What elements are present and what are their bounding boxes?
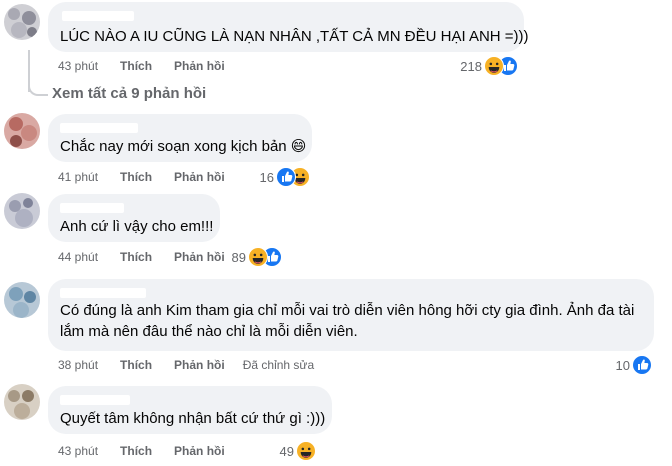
comment-text: Anh cứ lì vậy cho em!!! bbox=[60, 218, 214, 235]
reaction-count[interactable]: 16 bbox=[252, 170, 274, 186]
comment-time[interactable]: 41 phút bbox=[58, 170, 98, 184]
reply-button[interactable]: Phản hồi bbox=[174, 444, 225, 458]
haha-icon bbox=[248, 247, 268, 267]
comment-meta: 43 phút Thích Phản hồi bbox=[58, 58, 225, 74]
comment-text-line-1: Có đúng là anh Kim tham gia chỉ mỗi vai … bbox=[60, 302, 635, 319]
comment-time[interactable]: 44 phút bbox=[58, 250, 98, 264]
comment-bubble: LÚC NÀO A IU CŨNG LÀ NẠN NHÂN ,TẤT CẢ MN… bbox=[48, 2, 529, 52]
commenter-name[interactable] bbox=[60, 203, 124, 213]
comment-bubble: Quyết tâm không nhận bất cứ thứ gì :))) bbox=[48, 386, 332, 434]
reaction-count[interactable]: 89 bbox=[224, 250, 246, 266]
comment-text: Quyết tâm không nhận bất cứ thứ gì :))) bbox=[60, 410, 326, 427]
comment-meta: 41 phút Thích Phản hồi bbox=[58, 169, 225, 185]
avatar[interactable] bbox=[4, 193, 40, 229]
comment-meta: 44 phút Thích Phản hồi bbox=[58, 249, 225, 265]
reaction-icons[interactable] bbox=[632, 355, 652, 375]
avatar[interactable] bbox=[4, 4, 40, 40]
commenter-name[interactable] bbox=[60, 395, 130, 405]
reaction-icons[interactable] bbox=[296, 441, 316, 461]
reaction-count[interactable]: 10 bbox=[608, 358, 630, 374]
like-button[interactable]: Thích bbox=[120, 170, 152, 184]
avatar[interactable] bbox=[4, 384, 40, 420]
comment-time[interactable]: 43 phút bbox=[58, 59, 98, 73]
comment-bubble: Chắc nay mới soạn xong kịch bản 😄 bbox=[48, 114, 312, 162]
reply-button[interactable]: Phản hồi bbox=[174, 170, 225, 184]
view-all-replies-link[interactable]: Xem tất cả 9 phản hồi bbox=[52, 85, 206, 102]
comment-meta: 38 phút Thích Phản hồi Đã chỉnh sửa bbox=[58, 357, 314, 373]
like-icon bbox=[632, 355, 652, 375]
edited-label: Đã chỉnh sửa bbox=[242, 358, 315, 372]
like-button[interactable]: Thích bbox=[120, 358, 152, 372]
comment-bubble: Có đúng là anh Kim tham gia chỉ mỗi vai … bbox=[48, 279, 654, 351]
like-button[interactable]: Thích bbox=[120, 250, 152, 264]
commenter-name[interactable] bbox=[60, 288, 146, 298]
comment-time[interactable]: 38 phút bbox=[58, 358, 98, 372]
like-button[interactable]: Thích bbox=[120, 59, 152, 73]
like-icon bbox=[276, 167, 296, 187]
comment-text: Chắc nay mới soạn xong kịch bản 😄 bbox=[60, 138, 307, 155]
avatar[interactable] bbox=[4, 113, 40, 149]
comment-time[interactable]: 43 phút bbox=[58, 444, 98, 458]
reply-button[interactable]: Phản hồi bbox=[174, 358, 225, 372]
thread-curve bbox=[28, 72, 48, 96]
haha-icon bbox=[296, 441, 316, 461]
comment-text: LÚC NÀO A IU CŨNG LÀ NẠN NHÂN ,TẤT CẢ MN… bbox=[60, 28, 529, 45]
comment-meta: 43 phút Thích Phản hồi bbox=[58, 443, 225, 459]
reply-button[interactable]: Phản hồi bbox=[174, 59, 225, 73]
avatar[interactable] bbox=[4, 282, 40, 318]
commenter-name[interactable] bbox=[62, 11, 134, 21]
commenter-name[interactable] bbox=[60, 123, 138, 133]
reaction-count[interactable]: 218 bbox=[450, 59, 482, 75]
comment-text-line-2: lắm mà nên đâu thể nào chỉ là mỗi diễn v… bbox=[60, 323, 358, 340]
reaction-icons[interactable] bbox=[484, 56, 522, 76]
reaction-icons[interactable] bbox=[248, 247, 286, 267]
reaction-count[interactable]: 49 bbox=[272, 444, 294, 460]
reaction-icons[interactable] bbox=[276, 167, 314, 187]
haha-icon bbox=[484, 56, 504, 76]
reply-button[interactable]: Phản hồi bbox=[174, 250, 225, 264]
like-button[interactable]: Thích bbox=[120, 444, 152, 458]
comment-bubble: Anh cứ lì vậy cho em!!! bbox=[48, 194, 220, 242]
